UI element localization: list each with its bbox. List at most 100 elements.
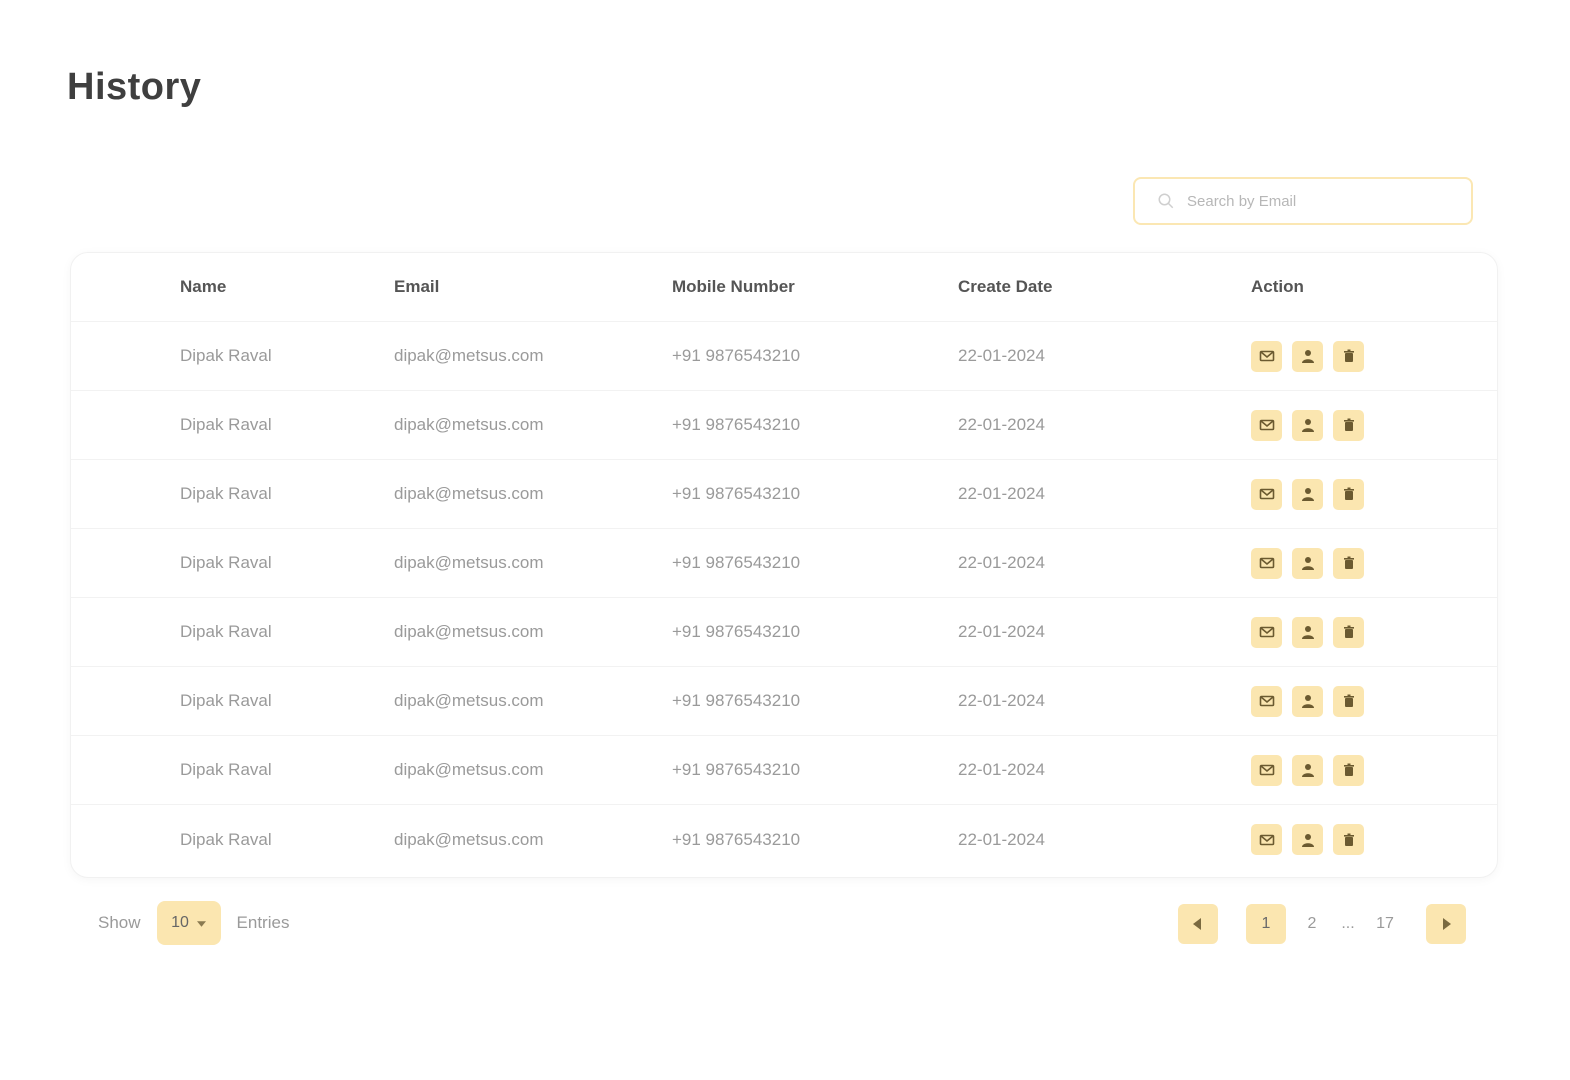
entries-control: Show 10 Entries	[98, 901, 289, 945]
delete-button[interactable]	[1333, 340, 1364, 372]
column-header-name[interactable]: Name	[180, 253, 226, 321]
search-box[interactable]	[1133, 177, 1473, 225]
page-title: History	[67, 66, 202, 108]
mail-button[interactable]	[1251, 409, 1282, 441]
next-page-button[interactable]	[1426, 904, 1466, 944]
delete-button[interactable]	[1333, 409, 1364, 441]
user-button[interactable]	[1292, 478, 1323, 510]
user-button[interactable]	[1292, 616, 1323, 648]
table-row: Dipak Raval dipak@metsus.com +91 987654321…	[71, 391, 1497, 460]
prev-page-button[interactable]	[1178, 904, 1218, 944]
mail-icon	[1259, 486, 1275, 502]
cell-actions	[1251, 529, 1364, 597]
cell-mobile: +91 9876543210	[672, 346, 801, 365]
delete-icon	[1341, 693, 1357, 709]
mail-button[interactable]	[1251, 824, 1282, 855]
cell-email: dipak@metsus.com	[394, 691, 544, 710]
entries-label: Entries	[236, 913, 290, 932]
show-label: Show	[98, 913, 141, 932]
mail-icon	[1259, 762, 1275, 778]
delete-button[interactable]	[1333, 754, 1364, 786]
cell-date: 22-01-2024	[958, 622, 1045, 641]
table-row: Dipak Raval dipak@metsus.com +91 987654321…	[71, 736, 1497, 805]
user-icon	[1300, 486, 1316, 502]
cell-email: dipak@metsus.com	[394, 622, 544, 641]
mail-icon	[1259, 417, 1275, 433]
mail-icon	[1259, 624, 1275, 640]
table-row: Dipak Raval dipak@metsus.com +91 987654321…	[71, 529, 1497, 598]
pagination: 1 2 ... 17	[1178, 904, 1468, 944]
mail-button[interactable]	[1251, 547, 1282, 579]
search-input[interactable]	[1187, 192, 1447, 210]
delete-button[interactable]	[1333, 478, 1364, 510]
delete-icon	[1341, 624, 1357, 640]
page-last-button[interactable]: 17	[1370, 904, 1400, 944]
cell-actions	[1251, 805, 1364, 874]
table-row: Dipak Raval dipak@metsus.com +91 987654321…	[71, 460, 1497, 529]
delete-button[interactable]	[1333, 824, 1364, 855]
column-header-action: Action	[1251, 277, 1304, 296]
cell-name: Dipak Raval	[180, 553, 272, 572]
cell-actions	[1251, 391, 1364, 459]
table-row: Dipak Raval dipak@metsus.com +91 987654321…	[71, 667, 1497, 736]
cell-name: Dipak Raval	[180, 691, 272, 710]
cell-date: 22-01-2024	[958, 829, 1045, 849]
cell-mobile: +91 9876543210	[672, 691, 801, 710]
delete-button[interactable]	[1333, 547, 1364, 579]
mail-button[interactable]	[1251, 340, 1282, 372]
page-1-button[interactable]: 1	[1246, 904, 1286, 944]
user-icon	[1300, 417, 1316, 433]
cell-mobile: +91 9876543210	[672, 484, 801, 503]
cell-name: Dipak Raval	[180, 622, 272, 641]
user-button[interactable]	[1292, 685, 1323, 717]
mail-button[interactable]	[1251, 754, 1282, 786]
column-header-mobile[interactable]: Mobile Number	[672, 253, 795, 321]
entries-select[interactable]: 10	[156, 901, 221, 945]
pagination-ellipsis: ...	[1341, 915, 1355, 932]
cell-name: Dipak Raval	[180, 415, 272, 434]
cell-email: dipak@metsus.com	[394, 346, 544, 365]
chevron-right-icon	[1443, 918, 1451, 930]
user-icon	[1300, 555, 1316, 571]
user-button[interactable]	[1292, 340, 1323, 372]
chevron-left-icon	[1193, 918, 1201, 930]
mail-icon	[1259, 555, 1275, 571]
cell-date: 22-01-2024	[958, 553, 1045, 572]
delete-icon	[1341, 832, 1357, 848]
user-button[interactable]	[1292, 754, 1323, 786]
user-button[interactable]	[1292, 547, 1323, 579]
cell-email: dipak@metsus.com	[394, 829, 544, 849]
delete-button[interactable]	[1333, 685, 1364, 717]
cell-name: Dipak Raval	[180, 346, 272, 365]
table-row: Dipak Raval dipak@metsus.com +91 987654321…	[71, 322, 1497, 391]
cell-email: dipak@metsus.com	[394, 553, 544, 572]
table-row: Dipak Raval dipak@metsus.com +91 987654321…	[71, 598, 1497, 667]
cell-email: dipak@metsus.com	[394, 415, 544, 434]
cell-actions	[1251, 598, 1364, 666]
delete-icon	[1341, 555, 1357, 571]
page-2-button[interactable]: 2	[1300, 904, 1324, 944]
mail-button[interactable]	[1251, 478, 1282, 510]
cell-actions	[1251, 667, 1364, 735]
mail-button[interactable]	[1251, 685, 1282, 717]
user-icon	[1300, 762, 1316, 778]
cell-name: Dipak Raval	[180, 760, 272, 779]
cell-date: 22-01-2024	[958, 691, 1045, 710]
cell-name: Dipak Raval	[180, 829, 272, 849]
cell-name: Dipak Raval	[180, 484, 272, 503]
user-button[interactable]	[1292, 409, 1323, 441]
column-header-email[interactable]: Email	[394, 253, 439, 321]
user-icon	[1300, 348, 1316, 364]
user-icon	[1300, 832, 1316, 848]
delete-button[interactable]	[1333, 616, 1364, 648]
history-page: History Name Email Mobile Number Create …	[0, 0, 1570, 1080]
mail-icon	[1259, 693, 1275, 709]
delete-icon	[1341, 348, 1357, 364]
chevron-down-icon	[196, 914, 206, 932]
cell-mobile: +91 9876543210	[672, 622, 801, 641]
column-header-date[interactable]: Create Date	[958, 253, 1053, 321]
user-button[interactable]	[1292, 824, 1323, 855]
cell-date: 22-01-2024	[958, 760, 1045, 779]
cell-mobile: +91 9876543210	[672, 415, 801, 434]
mail-button[interactable]	[1251, 616, 1282, 648]
